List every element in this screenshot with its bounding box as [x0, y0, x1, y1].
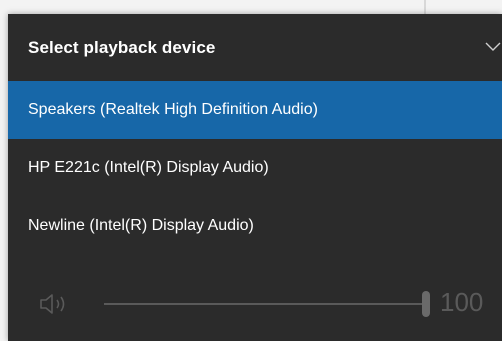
flyout-header[interactable]: Select playback device [8, 14, 502, 81]
chevron-down-icon[interactable] [484, 38, 502, 56]
device-label: HP E221c (Intel(R) Display Audio) [28, 159, 269, 176]
volume-slider-thumb[interactable] [422, 291, 430, 317]
volume-row: 100 [8, 279, 502, 329]
device-item-hp-e221c[interactable]: HP E221c (Intel(R) Display Audio) [8, 139, 502, 197]
volume-flyout: Select playback device Speakers (Realtek… [8, 14, 502, 341]
background-window [0, 0, 502, 14]
device-item-speakers[interactable]: Speakers (Realtek High Definition Audio) [8, 81, 502, 139]
device-label: Speakers (Realtek High Definition Audio) [28, 101, 318, 118]
volume-slider-fill [104, 303, 426, 305]
device-label: Newline (Intel(R) Display Audio) [28, 217, 254, 234]
volume-value: 100 [440, 287, 484, 317]
speaker-icon[interactable] [38, 291, 78, 317]
background-divider [424, 0, 426, 14]
volume-slider[interactable] [104, 291, 430, 317]
flyout-title: Select playback device [28, 38, 216, 57]
device-list: Speakers (Realtek High Definition Audio)… [8, 81, 502, 255]
background-window-edge [0, 0, 8, 341]
device-item-newline[interactable]: Newline (Intel(R) Display Audio) [8, 197, 502, 255]
